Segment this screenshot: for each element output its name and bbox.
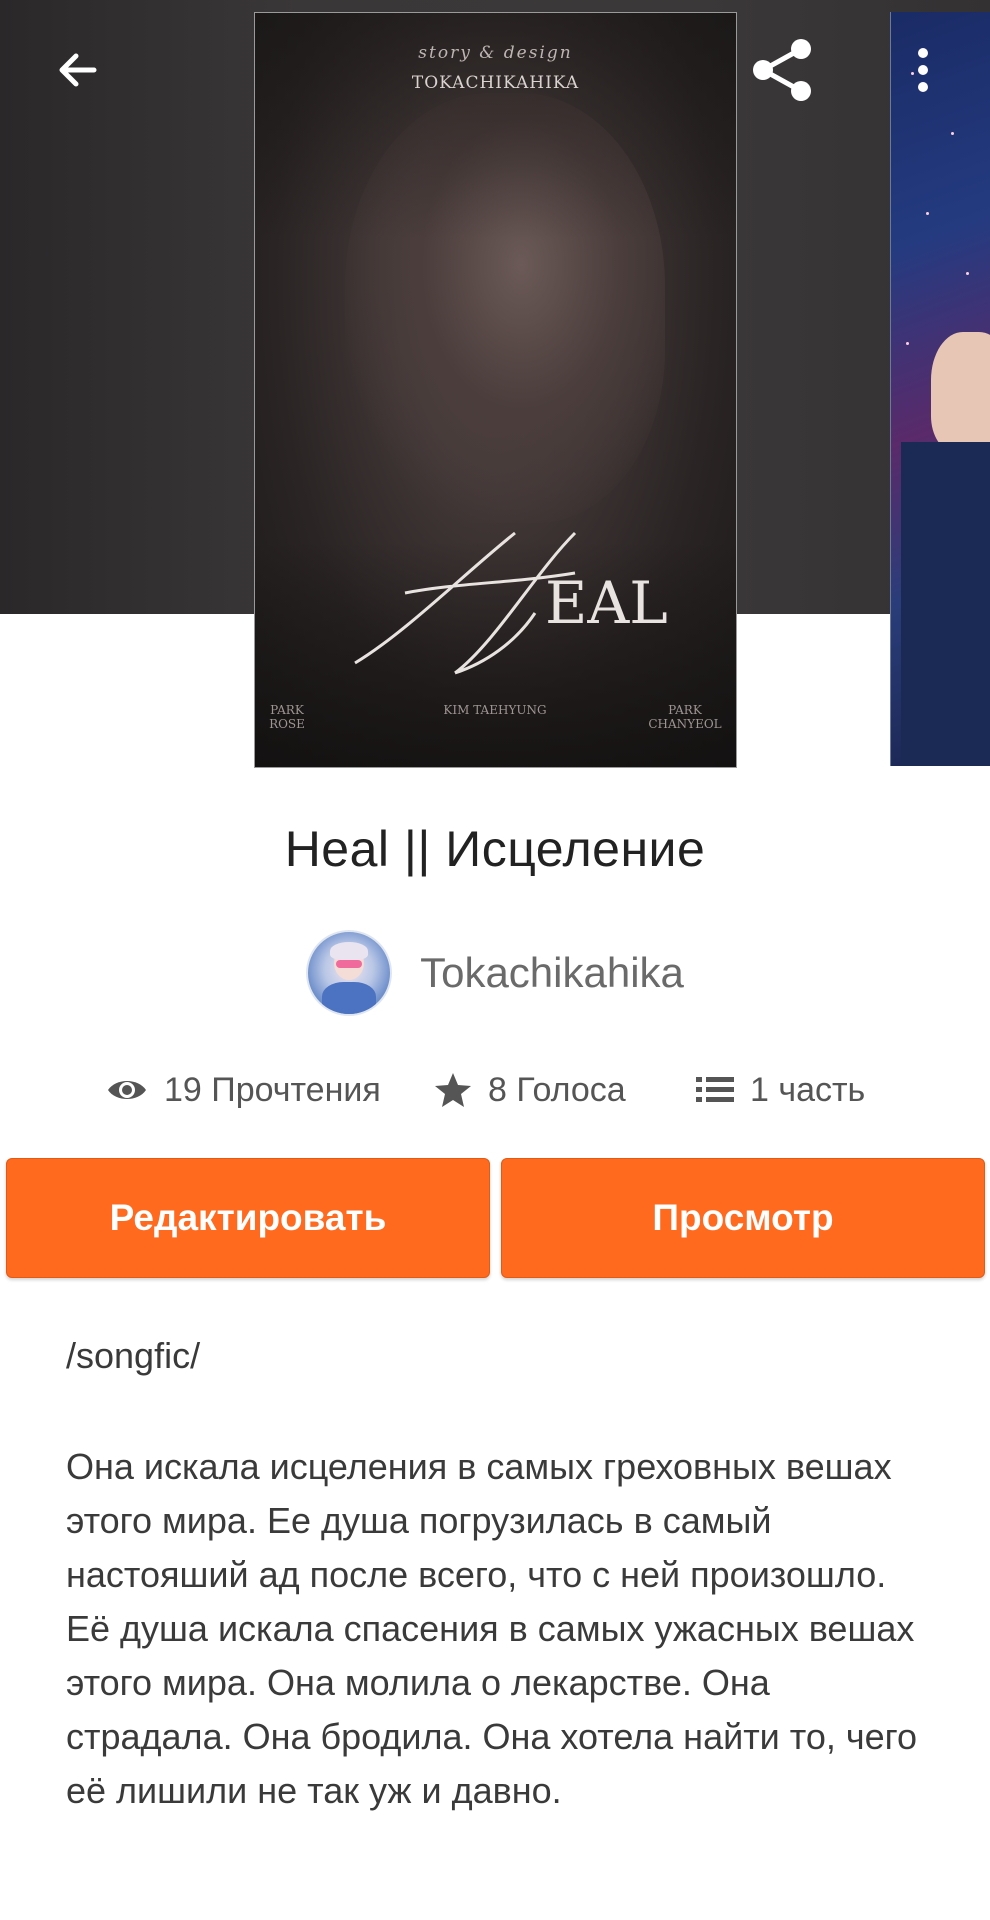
next-cover-figure <box>931 332 990 452</box>
avatar-hair <box>330 942 369 960</box>
share-button[interactable] <box>740 28 824 112</box>
cover-sparkle <box>906 342 909 345</box>
cover-title-art: EAL <box>354 531 668 675</box>
back-button[interactable] <box>38 30 118 110</box>
more-vertical-icon <box>918 48 928 92</box>
author-row[interactable]: Tokachikahika <box>0 930 990 1016</box>
story-cover[interactable]: story & design TOKACHIKAHIKA EAL PARK RO… <box>254 12 737 768</box>
reads-stat: 19 Прочтения <box>106 1060 381 1120</box>
author-name[interactable]: Tokachikahika <box>420 949 684 997</box>
next-cover-figure-body <box>901 442 990 766</box>
cover-title-text: EAL <box>545 569 668 637</box>
arrow-left-icon <box>59 53 97 87</box>
cover-author-text: TOKACHIKAHIKA <box>411 73 580 93</box>
story-stats: 19 Прочтения 8 Голоса 1 часть <box>0 1060 990 1120</box>
parts-stat: 1 часть <box>696 1060 865 1120</box>
story-tag: /songfic/ <box>66 1335 201 1376</box>
avatar-heart <box>336 960 363 968</box>
cover-cast-name-3: PARK CHANYEOL <box>648 703 722 731</box>
cover-cast-name-2: KIM TAEHYUNG <box>443 703 547 717</box>
story-details-page: story & design TOKACHIKAHIKA EAL PARK RO… <box>0 0 990 1920</box>
parts-count: 1 часть <box>750 1070 866 1109</box>
reads-count: 19 Прочтения <box>164 1070 381 1109</box>
avatar-shirt <box>322 982 377 1014</box>
list-icon <box>696 1077 734 1102</box>
share-icon <box>753 39 811 101</box>
eye-icon <box>108 1081 146 1099</box>
preview-button[interactable]: Просмотр <box>501 1158 985 1278</box>
cover-sparkle <box>926 212 929 215</box>
votes-count: 8 Голоса <box>488 1070 626 1109</box>
edit-button[interactable]: Редактировать <box>6 1158 490 1278</box>
cover-sparkle <box>951 132 954 135</box>
story-description: Она искала исцеления в самых греховных в… <box>66 1446 918 1811</box>
story-title: Heal || Исцеление <box>284 821 706 877</box>
author-avatar[interactable] <box>306 930 393 1016</box>
cover-script-text: story & design <box>418 43 573 63</box>
votes-stat: 8 Голоса <box>434 1060 626 1120</box>
next-story-cover[interactable] <box>890 12 990 766</box>
more-options-button[interactable] <box>888 30 958 110</box>
cover-sparkle <box>966 272 969 275</box>
star-icon <box>435 1073 471 1107</box>
cover-cast-name-1: PARK ROSE <box>269 703 305 731</box>
